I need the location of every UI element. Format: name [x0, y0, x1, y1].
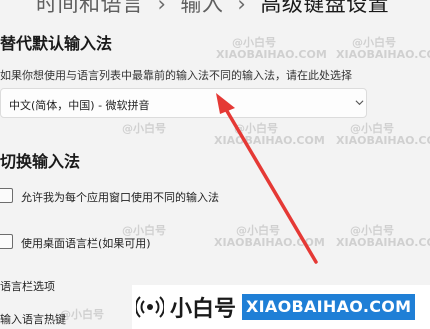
watermark-text: XIAOBAIHAO.COM	[336, 236, 430, 249]
override-description: 如果你想使用与语言列表中最靠前的输入法不同的输入法，请在此处选择	[0, 69, 352, 82]
watermark-text: XIAOBAIHAO.COM	[336, 48, 430, 61]
broadcast-icon	[136, 296, 164, 318]
default-input-method-select[interactable]: 中文(简体，中国) - 微软拼音	[0, 88, 367, 118]
watermark-text: XIAOBAIHAO.COM	[214, 134, 325, 147]
brand-name-cn: 小白号	[170, 297, 237, 322]
breadcrumb: 时间和语言 › 输入 › 高级键盘设置	[36, 0, 389, 18]
breadcrumb-separator: ›	[237, 0, 247, 16]
desktop-language-bar-checkbox[interactable]	[0, 234, 13, 249]
per-app-input-label: 允许我为每个应用窗口使用不同的输入法	[21, 191, 219, 204]
page-title: 高级键盘设置	[260, 0, 390, 16]
watermark-text: @小白号	[60, 308, 104, 321]
language-bar-options-link[interactable]: 语言栏选项	[0, 278, 55, 294]
select-value: 中文(简体，中国) - 微软拼音	[9, 99, 150, 112]
override-section-heading: 替代默认输入法	[0, 34, 113, 53]
breadcrumb-input[interactable]: 输入	[180, 0, 223, 16]
watermark-text: @小白号	[122, 122, 166, 135]
chevron-down-icon	[355, 100, 364, 106]
watermark-text: XIAOBAIHAO.COM	[336, 134, 430, 147]
desktop-language-bar-label: 使用桌面语言栏(如果可用)	[21, 237, 151, 250]
input-language-hotkeys-link[interactable]: 输入语言热键	[0, 311, 66, 327]
brand-watermark-banner: 小白号 XIAOBAIHAO.COM	[132, 285, 430, 329]
brand-domain: XIAOBAIHAO.COM	[242, 294, 416, 320]
watermark-text: XIAOBAIHAO.COM	[216, 48, 327, 61]
per-app-input-checkbox[interactable]	[0, 188, 13, 203]
breadcrumb-time-language[interactable]: 时间和语言	[36, 0, 144, 16]
breadcrumb-separator: ›	[157, 0, 167, 16]
switch-section-heading: 切换输入法	[0, 152, 81, 171]
watermark-text: XIAOBAIHAO.COM	[214, 236, 325, 249]
